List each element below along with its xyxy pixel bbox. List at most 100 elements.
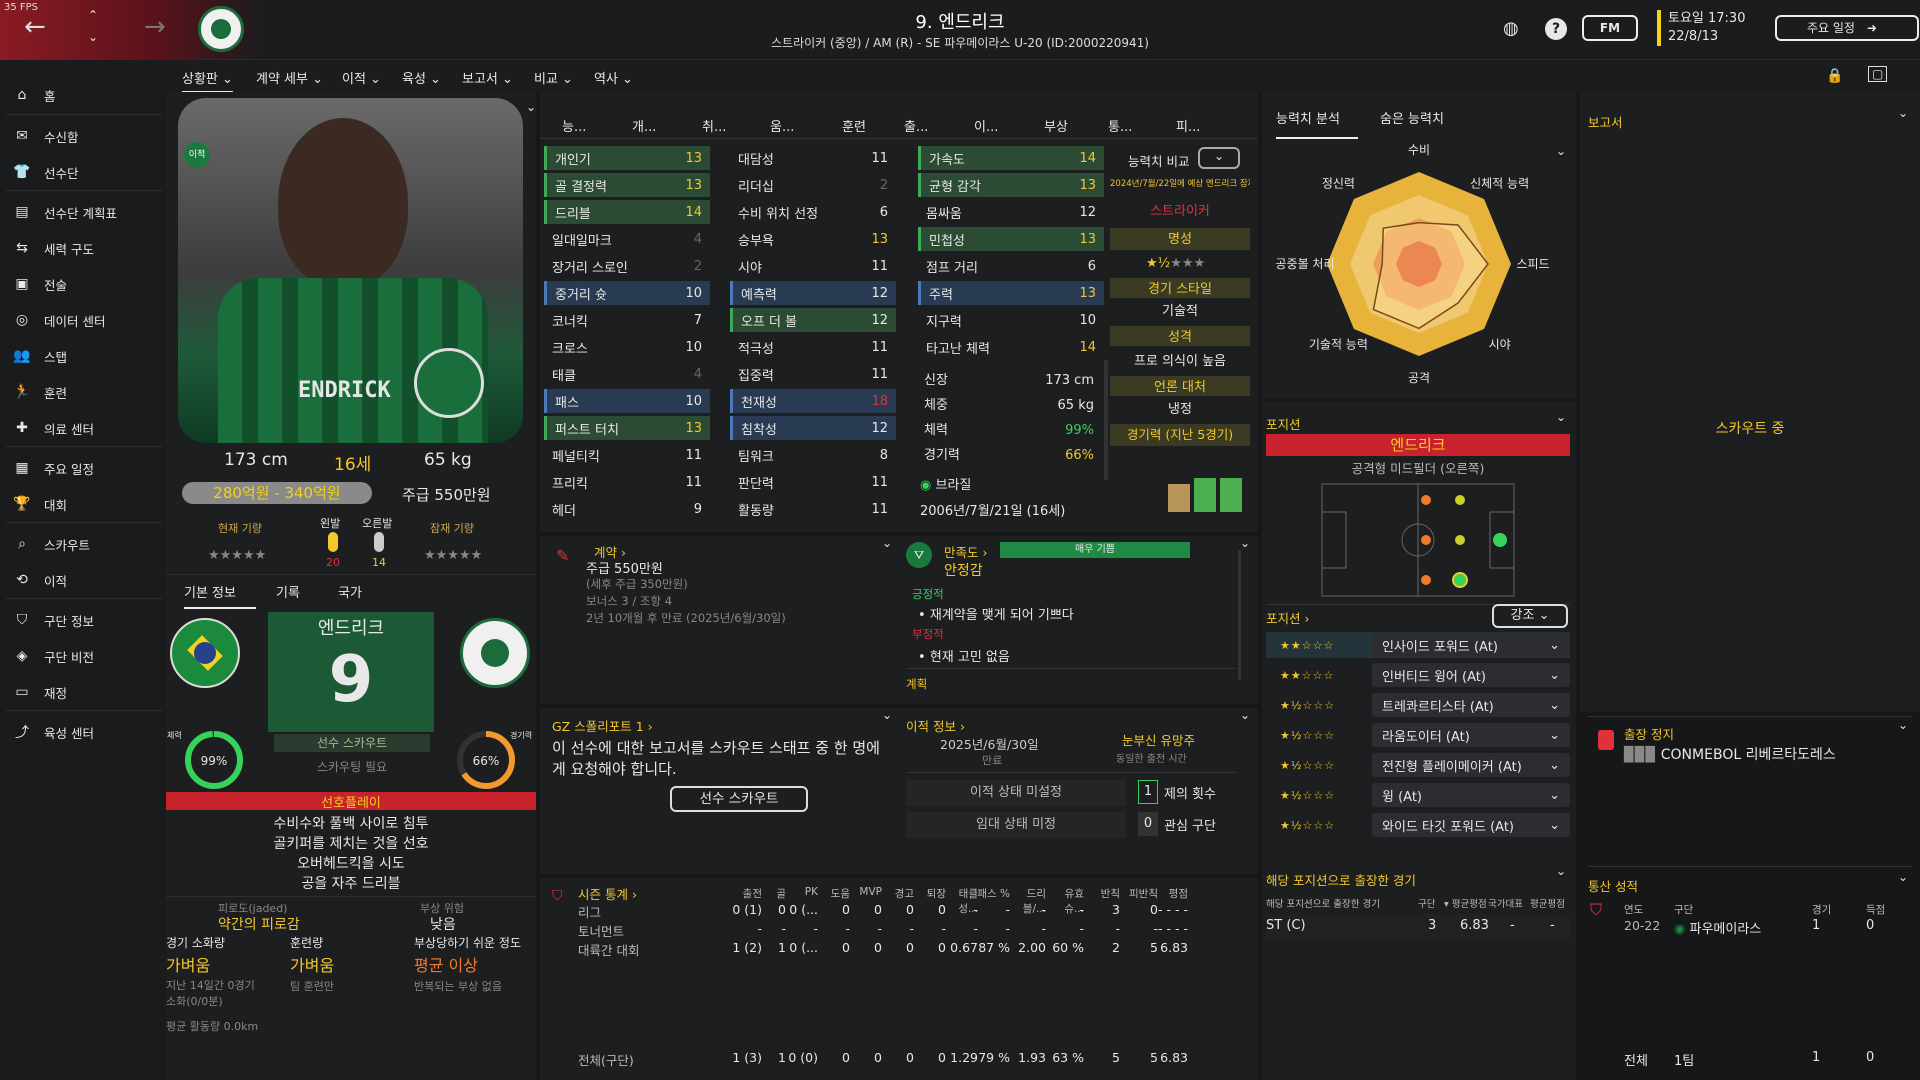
sidebar-item-data-hub[interactable]: ◎ 데이터 센터: [0, 305, 166, 335]
role-row[interactable]: ★★☆☆☆ 인사이드 포워드 (At) ⌄: [1266, 632, 1570, 658]
attribute-header[interactable]: 부상: [1044, 116, 1068, 135]
role-dropdown[interactable]: 전진형 플레이메이커 (At) ⌄: [1372, 753, 1570, 777]
attribute-row[interactable]: 판단력 11: [730, 470, 896, 494]
attribute-row[interactable]: 승부욕 13: [730, 227, 896, 251]
chevron-down-icon[interactable]: ⌄: [882, 536, 892, 550]
chevron-down-icon[interactable]: ⌄: [1898, 870, 1908, 884]
sidebar-item-staff[interactable]: 👥 스탭: [0, 341, 166, 371]
chevron-down-icon[interactable]: ⌄: [1556, 410, 1566, 424]
attribute-row[interactable]: 몸싸움 12: [918, 200, 1104, 224]
help-icon[interactable]: ?: [1545, 18, 1567, 40]
attribute-header[interactable]: 움...: [770, 116, 794, 135]
attribute-row[interactable]: 가속도 14: [918, 146, 1104, 170]
schedule-button[interactable]: 주요 일정 ➜: [1775, 15, 1919, 41]
attribute-row[interactable]: 주력 13: [918, 281, 1104, 305]
club-crest-icon[interactable]: [460, 618, 530, 688]
chevron-down-icon[interactable]: ⌄: [1556, 864, 1566, 878]
scout-player-button[interactable]: 선수 스카우트: [274, 734, 430, 752]
attribute-row[interactable]: 페널티킥 11: [544, 443, 710, 467]
fm-button[interactable]: FM: [1582, 15, 1638, 41]
attribute-row[interactable]: 일대일마크 4: [544, 227, 710, 251]
role-row[interactable]: ★½☆☆☆ 와이드 타깃 포워드 (At) ⌄: [1266, 812, 1570, 838]
attribute-row[interactable]: 골 결정력 13: [544, 173, 710, 197]
forward-arrow-icon[interactable]: →: [144, 12, 166, 42]
menu-overview[interactable]: 상황판 ⌄: [182, 68, 233, 93]
attribute-row[interactable]: 크로스 10: [544, 335, 710, 359]
transfer-info-title[interactable]: 이적 정보 ›: [906, 716, 965, 735]
attribute-row[interactable]: 장거리 스로인 2: [544, 254, 710, 278]
menu-reports[interactable]: 보고서 ⌄: [462, 68, 513, 87]
tab-nation[interactable]: 국가: [338, 582, 362, 601]
attribute-row[interactable]: 코너킥 7: [544, 308, 710, 332]
menu-compare[interactable]: 비교 ⌄: [534, 68, 573, 87]
chevron-down-icon[interactable]: ⌄: [526, 100, 536, 114]
lock-icon[interactable]: 🔒: [1826, 68, 1843, 84]
sidebar-item-scouting[interactable]: ⌕ 스카우트: [0, 529, 166, 559]
chevron-down-icon[interactable]: ⌄: [1898, 106, 1908, 120]
back-arrow-icon[interactable]: ←: [24, 12, 46, 42]
attribute-row[interactable]: 헤더 9: [544, 497, 710, 521]
attribute-header[interactable]: 훈련: [842, 116, 866, 135]
attribute-row[interactable]: 프리킥 11: [544, 470, 710, 494]
sidebar-item-club-info[interactable]: ⛉ 구단 정보: [0, 605, 166, 635]
compare-dropdown[interactable]: ⌄: [1198, 147, 1240, 169]
attribute-row[interactable]: 태클 4: [544, 362, 710, 386]
brazil-flag-icon[interactable]: [170, 618, 240, 688]
globe-icon[interactable]: ◍: [1503, 18, 1519, 39]
attribute-row[interactable]: 개인기 13: [544, 146, 710, 170]
attribute-row[interactable]: 민첩성 13: [918, 227, 1104, 251]
chevron-down-icon[interactable]: ⌄: [1240, 708, 1250, 722]
role-dropdown[interactable]: 와이드 타깃 포워드 (At) ⌄: [1372, 813, 1570, 837]
chevron-down-icon[interactable]: ⌄: [882, 708, 892, 722]
menu-history[interactable]: 역사 ⌄: [594, 68, 633, 87]
transfer-badge[interactable]: 이적: [184, 142, 210, 168]
role-dropdown[interactable]: 인버티드 윙어 (At) ⌄: [1372, 663, 1570, 687]
club-crest-icon[interactable]: [198, 6, 244, 52]
attribute-row[interactable]: 활동량 11: [730, 497, 896, 521]
attribute-row[interactable]: 팀워크 8: [730, 443, 896, 467]
role-list-title[interactable]: 포지션 ›: [1266, 608, 1310, 627]
attribute-header[interactable]: 개...: [632, 116, 656, 135]
attribute-row[interactable]: 드리블 14: [544, 200, 710, 224]
attribute-row[interactable]: 패스 10: [544, 389, 710, 413]
attribute-header[interactable]: 능...: [562, 116, 586, 135]
tab-records[interactable]: 기록: [276, 582, 300, 601]
role-row[interactable]: ★½☆☆☆ 라움도이터 (At) ⌄: [1266, 722, 1570, 748]
role-row[interactable]: ★½☆☆☆ 윙 (At) ⌄: [1266, 782, 1570, 808]
scout-report-title[interactable]: GZ 스폴리포트 1 ›: [552, 716, 653, 735]
attribute-row[interactable]: 타고난 체력 14: [918, 335, 1104, 359]
sidebar-item-dynamics[interactable]: ⇆ 세력 구도: [0, 233, 166, 263]
role-dropdown[interactable]: 인사이드 포워드 (At) ⌄: [1372, 633, 1570, 657]
sidebar-item-squad[interactable]: 👕 선수단: [0, 157, 166, 187]
attribute-row[interactable]: 퍼스트 터치 13: [544, 416, 710, 440]
sidebar-item-schedule[interactable]: ▦ 주요 일정: [0, 453, 166, 483]
sidebar-item-club-vision[interactable]: ◈ 구단 비전: [0, 641, 166, 671]
attribute-row[interactable]: 침착성 12: [730, 416, 896, 440]
role-dropdown[interactable]: 윙 (At) ⌄: [1372, 783, 1570, 807]
sidebar-item-training[interactable]: 🏃 훈련: [0, 377, 166, 407]
role-row[interactable]: ★½☆☆☆ 트레콰르티스타 (At) ⌄: [1266, 692, 1570, 718]
attribute-row[interactable]: 중거리 슛 10: [544, 281, 710, 305]
sidebar-item-tactics[interactable]: ▣ 전술: [0, 269, 166, 299]
attribute-header[interactable]: 취...: [702, 116, 726, 135]
career-club[interactable]: ◉ 파우메이라스: [1674, 918, 1761, 937]
menu-contract[interactable]: 계약 세부 ⌄: [256, 68, 323, 87]
scrollbar[interactable]: [1238, 550, 1241, 680]
role-row[interactable]: ★★☆☆☆ 인버티드 윙어 (At) ⌄: [1266, 662, 1570, 688]
sidebar-item-inbox[interactable]: ✉ 수신함: [0, 121, 166, 151]
role-dropdown[interactable]: 트레콰르티스타 (At) ⌄: [1372, 693, 1570, 717]
sidebar-item-competitions[interactable]: 🏆 대회: [0, 489, 166, 519]
season-stats-title[interactable]: 시즌 통계 ›: [578, 884, 637, 903]
sidebar-item-finances[interactable]: ▭ 재정: [0, 677, 166, 707]
sidebar-item-squad-planner[interactable]: ▤ 선수단 계획표: [0, 197, 166, 227]
chevron-up-icon[interactable]: ⌃: [88, 8, 98, 22]
attribute-row[interactable]: 집중력 11: [730, 362, 896, 386]
sidebar-item-home[interactable]: ⌂ 홈: [0, 80, 166, 110]
tab-basic-info[interactable]: 기본 정보: [184, 582, 256, 609]
attribute-header[interactable]: 출...: [904, 116, 928, 135]
attribute-row[interactable]: 지구력 10: [918, 308, 1104, 332]
attribute-row[interactable]: 천재성 18: [730, 389, 896, 413]
scrollbar[interactable]: [1104, 360, 1108, 480]
scout-player-button[interactable]: 선수 스카우트: [670, 786, 808, 812]
sidebar-item-dev-centre[interactable]: ⤴ 육성 센터: [0, 717, 166, 747]
